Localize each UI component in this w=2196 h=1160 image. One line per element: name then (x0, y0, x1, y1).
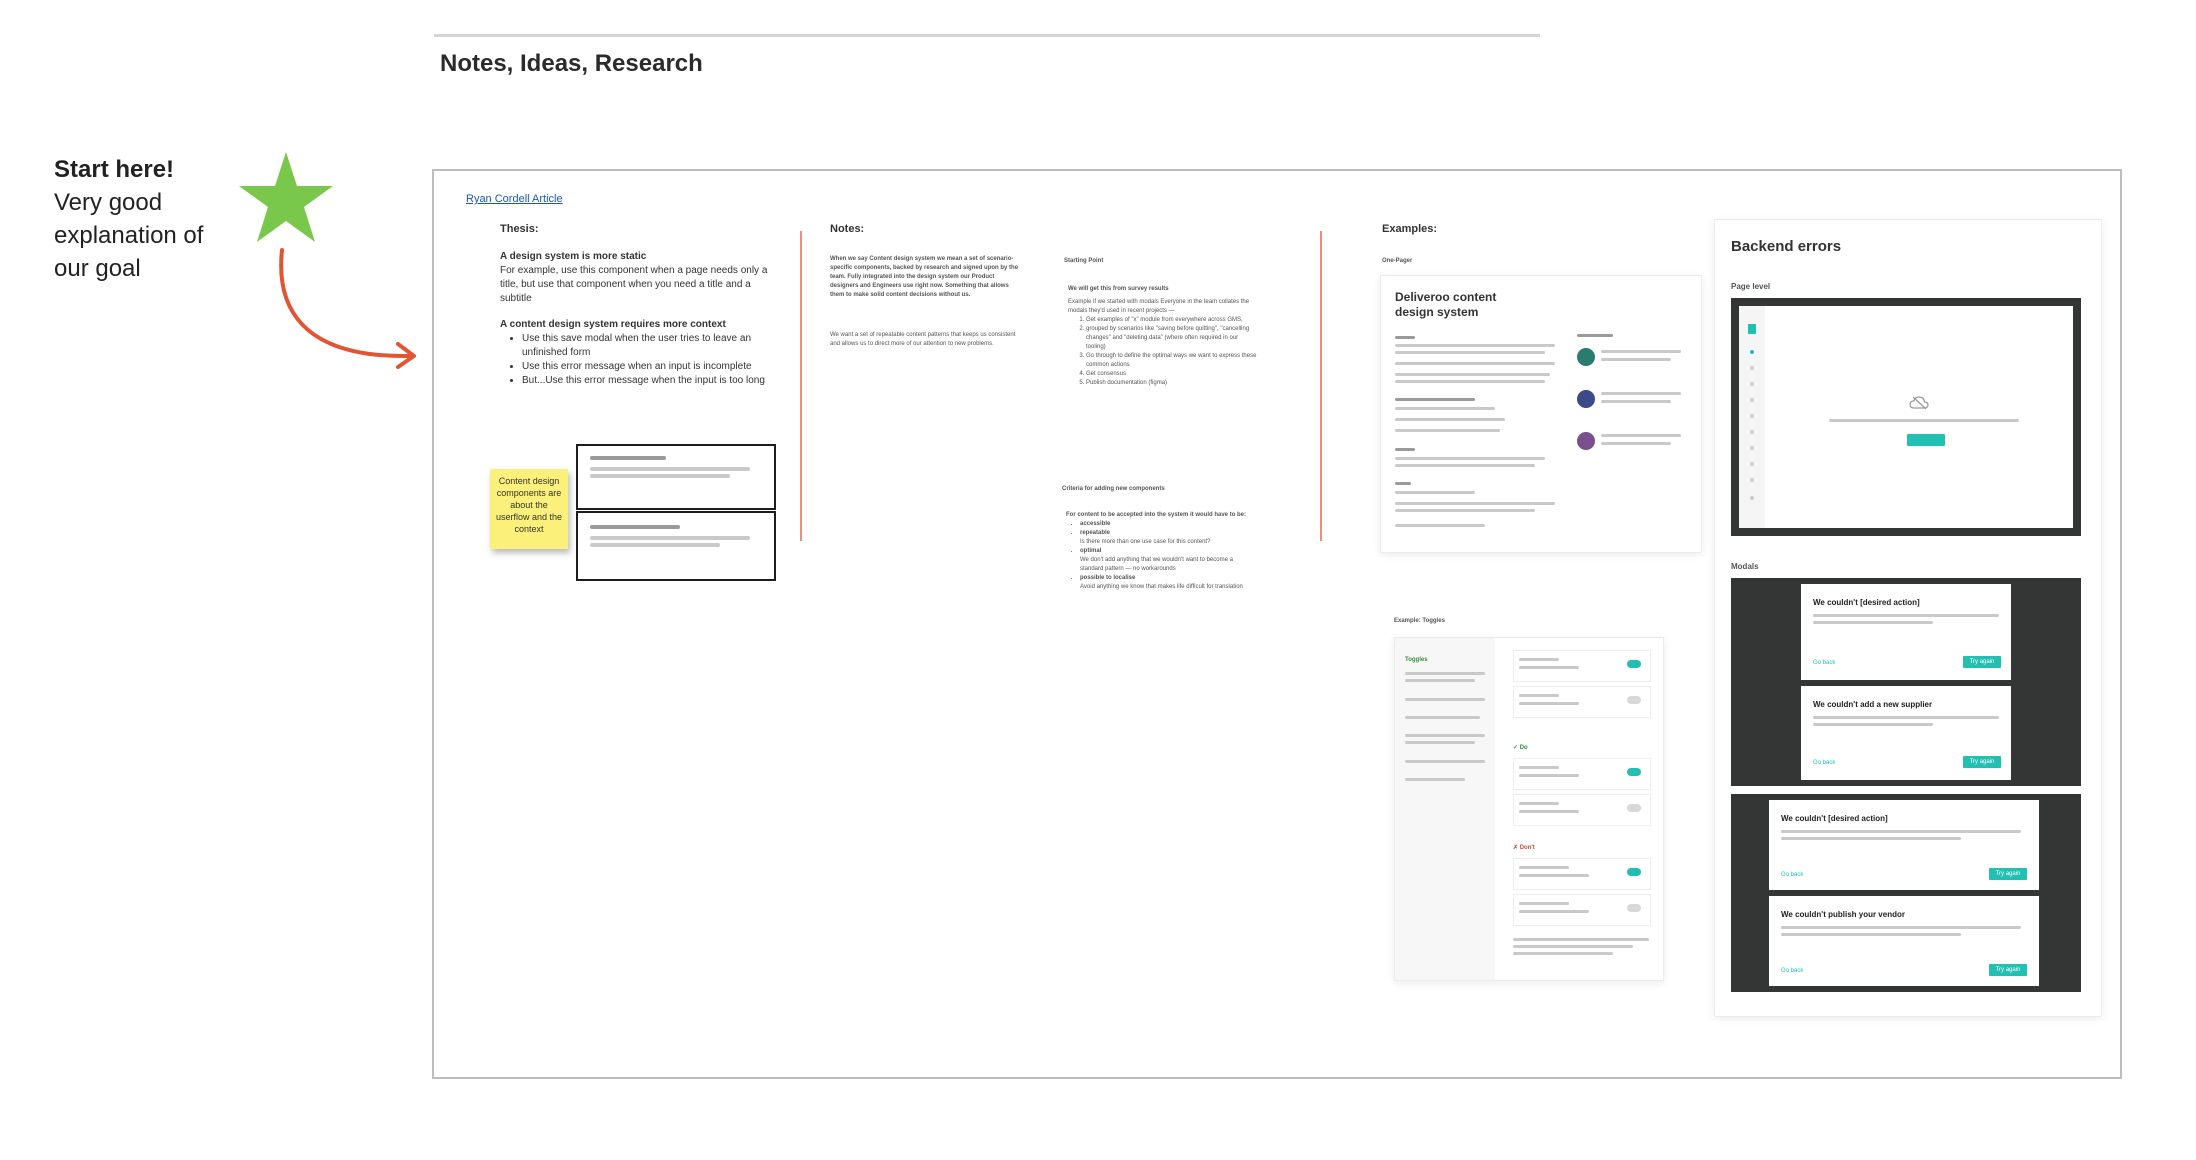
thesis-bullet: Use this save modal when the user tries … (522, 332, 772, 360)
do-label-text: Do (1519, 745, 1528, 751)
modal-retry-button[interactable]: Try again (1989, 964, 2027, 976)
modal-retry-button[interactable]: Try again (1963, 656, 2001, 668)
top-divider (434, 34, 1540, 37)
criteria-name: repeatable (1080, 530, 1111, 536)
toggle-switch[interactable] (1627, 768, 1641, 776)
column-divider (1320, 231, 1322, 541)
page-level-example (1731, 298, 2081, 536)
thesis-bullet: But...Use this error message when the in… (522, 374, 772, 388)
deliveroo-card: Deliveroo content design system (1380, 275, 1702, 553)
starting-point-body: We will get this from survey results Exa… (1068, 285, 1258, 388)
step-item: Get examples of "x" module from everywhe… (1086, 316, 1258, 325)
callout-line: our goal (54, 255, 141, 282)
toggles-card: Toggles ✓ Do ✗ Don't (1394, 637, 1664, 981)
dont-label: ✗ Don't (1513, 845, 1535, 851)
page-level-retry-button[interactable] (1907, 434, 1945, 446)
thesis-block: A design system is more static For examp… (500, 250, 772, 388)
survey-note: We will get this from survey results (1068, 286, 1169, 292)
thesis-context-title: A content design system requires more co… (500, 319, 726, 330)
toggle-switch[interactable] (1627, 696, 1641, 704)
toggle-switch[interactable] (1627, 904, 1641, 912)
criteria-detail: Is there more than one use case for this… (1080, 539, 1211, 545)
callout-line: explanation of (54, 222, 204, 249)
persona-avatar (1577, 390, 1595, 408)
step-item: Publish documentation (figma) (1086, 379, 1258, 388)
step-item: grouped by scenarios like "saving before… (1086, 325, 1258, 352)
error-modal: We couldn't add a new supplier Go back T… (1801, 686, 2011, 780)
dont-label-text: Don't (1519, 845, 1535, 851)
starting-point-label: Starting Point (1064, 258, 1104, 264)
thesis-bullet: Use this error message when an input is … (522, 360, 772, 374)
example-intro: Example if we started with modals Everyo… (1068, 299, 1250, 314)
step-item: Get consensus (1086, 370, 1258, 379)
criteria-intro: For content to be accepted into the syst… (1066, 512, 1247, 518)
star-icon (239, 152, 333, 242)
backend-errors-card: Backend errors Page level Modals We coul… (1714, 219, 2102, 1017)
page-level-label: Page level (1731, 282, 1771, 291)
persona-avatar (1577, 432, 1595, 450)
modal-examples-panel: We couldn't [desired action] Go back Try… (1731, 578, 2081, 786)
one-pager-label: One-Pager (1382, 258, 1413, 264)
modal-secondary-link[interactable]: Go back (1781, 872, 1803, 878)
step-item: Go through to define the optimal ways we… (1086, 352, 1258, 370)
criteria-name: accessible (1080, 521, 1111, 527)
modal-examples-panel: We couldn't [desired action] Go back Try… (1731, 794, 2081, 992)
article-link[interactable]: Ryan Cordell Article (466, 193, 563, 205)
thesis-static-title: A design system is more static (500, 251, 647, 262)
callout-line: Very good (54, 189, 163, 216)
notes-goal: We want a set of repeatable content patt… (830, 332, 1016, 347)
do-label: ✓ Do (1513, 745, 1528, 751)
criteria-name: possible to localise (1080, 575, 1136, 581)
app-logo-icon (1748, 324, 1756, 334)
modal-secondary-link[interactable]: Go back (1813, 760, 1835, 766)
modal-title: We couldn't [desired action] (1813, 598, 1920, 607)
thesis-modal-example (576, 444, 776, 510)
modal-title: We couldn't [desired action] (1781, 814, 1888, 823)
toggle-nav-item: Toggles (1405, 657, 1428, 663)
thesis-modal-example (576, 511, 776, 581)
toggle-switch[interactable] (1627, 660, 1641, 668)
cloud-offline-icon (1909, 396, 1929, 410)
persona-avatar (1577, 348, 1595, 366)
modal-secondary-link[interactable]: Go back (1781, 968, 1803, 974)
sticky-note: Content design components are about the … (490, 469, 568, 549)
error-modal: We couldn't [desired action] Go back Try… (1801, 584, 2011, 680)
modal-title: We couldn't publish your vendor (1781, 910, 1905, 919)
modal-retry-button[interactable]: Try again (1989, 868, 2027, 880)
error-modal: We couldn't publish your vendor Go back … (1769, 896, 2039, 986)
toggle-switch[interactable] (1627, 868, 1641, 876)
thesis-static-body: For example, use this component when a p… (500, 265, 768, 304)
thesis-heading: Thesis: (500, 223, 539, 235)
modal-retry-button[interactable]: Try again (1963, 756, 2001, 768)
error-modal: We couldn't [desired action] Go back Try… (1769, 800, 2039, 890)
modal-secondary-link[interactable]: Go back (1813, 660, 1835, 666)
modal-title: We couldn't add a new supplier (1813, 700, 1933, 709)
examples-heading: Examples: (1382, 223, 1438, 235)
toggles-label: Example: Toggles (1394, 618, 1445, 624)
criteria-title: Criteria for adding new components (1062, 486, 1165, 492)
criteria-name: optimal (1080, 548, 1102, 554)
deliveroo-title: Deliveroo content design system (1395, 290, 1497, 319)
callout-title: Start here! (54, 156, 175, 183)
criteria-detail: Avoid anything we know that makes life d… (1080, 584, 1243, 590)
section-title: Notes, Ideas, Research (440, 50, 703, 77)
modals-label: Modals (1731, 562, 1759, 571)
backend-errors-title: Backend errors (1731, 238, 1842, 255)
toggle-switch[interactable] (1627, 804, 1641, 812)
notes-intro: When we say Content design system we mea… (830, 256, 1019, 298)
criteria-detail: We don't add anything that we wouldn't w… (1080, 557, 1233, 572)
criteria-block: For content to be accepted into the syst… (1066, 511, 1256, 592)
column-divider (800, 231, 802, 541)
notes-heading: Notes: (830, 223, 865, 235)
arrow-icon (279, 248, 416, 369)
board-frame: Ryan Cordell Article Thesis: A design sy… (432, 169, 2122, 1079)
start-here-callout: Start here! Very good explanation of our… (54, 153, 203, 285)
